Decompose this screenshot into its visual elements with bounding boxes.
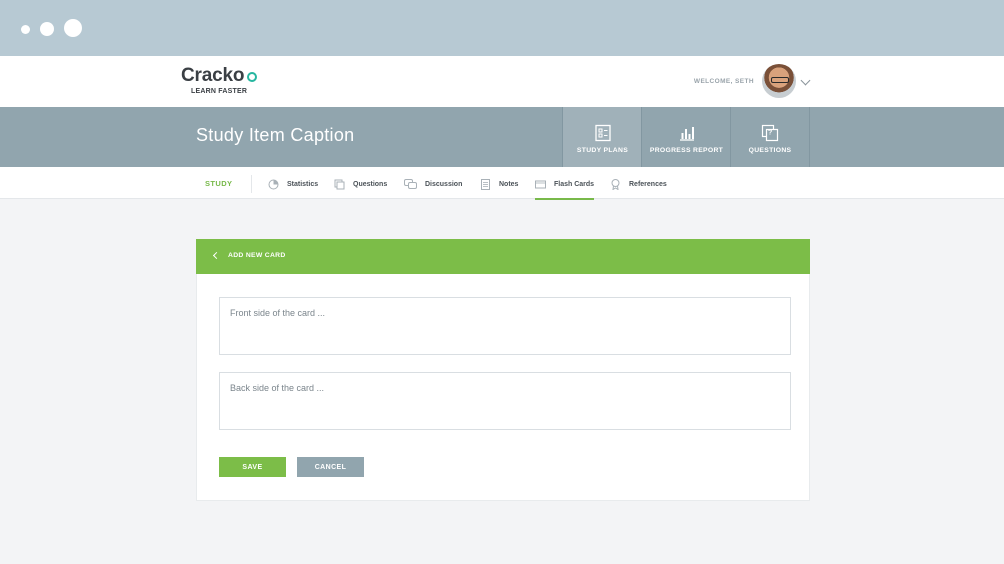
window-dot-small[interactable] (21, 25, 30, 34)
subnav-item-label: Questions (353, 180, 388, 188)
subnav-item-statistics[interactable]: Statistics (268, 177, 318, 191)
subnav-item-label: Notes (499, 180, 519, 188)
hero-bar: Study Item Caption STUDY PLANS PROGRESS … (0, 107, 1004, 167)
subnav-item-notes[interactable]: Notes (480, 177, 518, 191)
chevron-left-icon[interactable] (212, 251, 221, 260)
study-plans-icon (594, 124, 611, 142)
logo-tagline: LEARN FASTER (191, 88, 248, 95)
notes-icon (481, 178, 490, 190)
subnav-item-references[interactable]: References (610, 177, 667, 191)
chevron-down-icon[interactable] (800, 75, 811, 86)
tab-label: STUDY PLANS (576, 147, 629, 154)
tab-label: PROGRESS REPORT (649, 147, 724, 154)
top-header: Cracko LEARN FASTER WELCOME, SETH (0, 56, 1004, 107)
subnav-item-questions[interactable]: Questions (334, 177, 387, 191)
svg-text:?: ? (768, 130, 772, 137)
subnav-item-label: References (629, 180, 667, 188)
tab-study-plans[interactable]: STUDY PLANS (562, 107, 642, 167)
subnav-item-label: Statistics (287, 180, 319, 188)
avatar[interactable] (762, 64, 796, 98)
add-card-panel: ADD NEW CARD SAVE CANCEL (196, 239, 810, 501)
logo-name: Cracko (181, 65, 245, 86)
logo[interactable]: Cracko LEARN FASTER (181, 65, 258, 95)
divider (251, 175, 252, 193)
tab-label: QUESTIONS (748, 147, 792, 154)
panel-header: ADD NEW CARD (196, 239, 810, 274)
tab-questions[interactable]: ? QUESTIONS (730, 107, 810, 167)
save-button[interactable]: SAVE (219, 457, 286, 477)
cancel-button[interactable]: CANCEL (297, 457, 364, 477)
discussion-icon (404, 178, 417, 189)
sub-navigation: STUDY Statistics Questions Discussion No… (0, 167, 1004, 200)
window-dot-medium[interactable] (40, 22, 54, 36)
window-dot-large[interactable] (64, 19, 82, 37)
welcome-text: WELCOME, SETH (693, 78, 754, 85)
subnav-item-label: Discussion (425, 180, 463, 188)
logo-ring-icon (247, 71, 258, 82)
back-side-field[interactable] (219, 372, 791, 430)
bar-chart-icon (679, 127, 694, 141)
references-icon (611, 178, 620, 190)
subnav-item-discussion[interactable]: Discussion (404, 177, 462, 191)
questions-icon: ? (761, 124, 779, 142)
statistics-icon (268, 179, 279, 189)
tab-progress-report[interactable]: PROGRESS REPORT (641, 107, 731, 167)
window-chrome (0, 0, 1004, 56)
section-label-study[interactable]: STUDY (205, 179, 232, 188)
panel-title: ADD NEW CARD (228, 252, 286, 259)
questions-icon (334, 179, 345, 189)
page-title: Study Item Caption (196, 125, 355, 145)
front-side-field[interactable] (219, 297, 791, 355)
subnav-item-label: Flash Cards (554, 180, 595, 188)
flash-cards-icon (535, 180, 546, 188)
subnav-item-flash-cards[interactable]: Flash Cards (535, 177, 595, 200)
